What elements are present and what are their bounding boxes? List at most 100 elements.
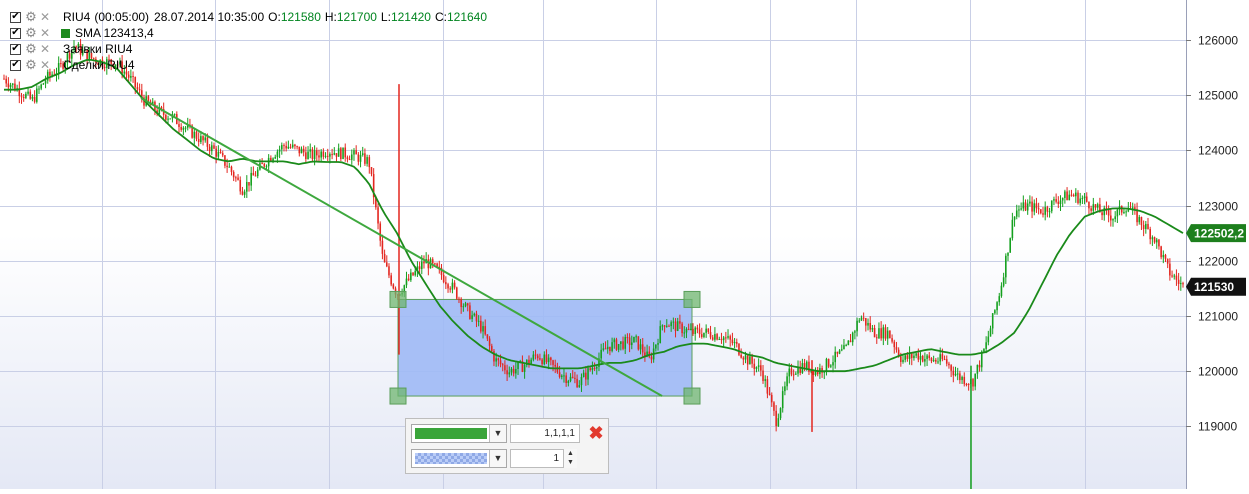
- candle-body: [1029, 201, 1031, 204]
- candle-body: [193, 131, 196, 138]
- candle-body: [442, 274, 445, 283]
- candle-body: [917, 353, 920, 360]
- candle-body: [744, 355, 747, 360]
- candle-body: [1180, 283, 1182, 285]
- gear-icon[interactable]: ⚙: [25, 57, 37, 73]
- candle-body: [735, 342, 738, 344]
- fill-pattern-dropdown[interactable]: ▼: [411, 449, 507, 468]
- candle-body: [600, 349, 602, 359]
- candle-body: [722, 337, 725, 341]
- candle-body: [1042, 213, 1044, 215]
- candle-body: [889, 330, 891, 339]
- gear-icon[interactable]: ⚙: [25, 41, 37, 57]
- candle-body: [379, 223, 382, 241]
- candle-body: [221, 153, 224, 156]
- visibility-checkbox[interactable]: ✔: [10, 27, 21, 39]
- legend-sma-label: SMA 123413,4: [75, 26, 154, 40]
- line-color-dropdown[interactable]: ▼: [411, 424, 507, 443]
- candle-body: [337, 148, 340, 157]
- visibility-checkbox[interactable]: ✔: [10, 43, 21, 55]
- candle-body: [515, 368, 517, 374]
- candle-body: [324, 155, 327, 157]
- candle-body: [729, 336, 732, 340]
- candle-body: [235, 177, 237, 179]
- box-resize-handle: [389, 387, 407, 405]
- candle-body: [700, 334, 703, 338]
- gear-icon[interactable]: ⚙: [25, 25, 37, 41]
- spinner-arrows-icon[interactable]: ▲ ▼: [563, 449, 577, 468]
- close-icon[interactable]: ✕: [39, 10, 51, 24]
- candle-body: [1059, 200, 1062, 205]
- candle-body: [38, 88, 40, 90]
- candle-body: [1009, 238, 1011, 253]
- candle-body: [434, 263, 436, 265]
- candle-body: [775, 410, 777, 427]
- candle-body: [932, 359, 935, 362]
- candle-body: [740, 354, 742, 358]
- candle-body: [320, 151, 322, 158]
- candle-body: [856, 320, 858, 332]
- candle-body: [385, 262, 388, 267]
- candle-body: [499, 360, 502, 365]
- candle-body: [1007, 252, 1009, 256]
- candle-body: [742, 357, 745, 360]
- visibility-checkbox[interactable]: ✔: [10, 11, 21, 23]
- opacity-field[interactable]: 1: [510, 449, 564, 468]
- candle-body: [908, 353, 911, 359]
- line-width-field[interactable]: 1,1,1,1: [510, 424, 580, 443]
- candle-body: [1162, 254, 1165, 258]
- close-icon[interactable]: ✕: [39, 58, 51, 72]
- candle-body: [1103, 207, 1106, 216]
- candle-body: [709, 331, 712, 338]
- candle-body: [1155, 239, 1158, 243]
- candle-body: [805, 361, 808, 369]
- candle-body: [169, 118, 172, 120]
- candle-body: [668, 325, 670, 327]
- candle-body: [1035, 203, 1038, 209]
- price-chart[interactable]: 126000 125000 124000 123000 122000 121000 1200…: [0, 0, 1249, 489]
- chevron-down-icon[interactable]: ▼: [489, 450, 506, 467]
- close-icon[interactable]: ✕: [39, 42, 51, 56]
- legend-row-trades: ✔ ⚙ ✕ Сделки RIU4: [10, 57, 487, 73]
- legend-trades-label: Сделки RIU4: [63, 58, 135, 72]
- candle-body: [753, 363, 756, 369]
- candle-body: [46, 71, 49, 81]
- plot-background: [0, 0, 1186, 489]
- chart-area[interactable]: 126000 125000 124000 123000 122000 121000 1200…: [0, 0, 1249, 489]
- candle-body: [550, 357, 552, 361]
- candle-body: [1134, 207, 1136, 210]
- visibility-checkbox[interactable]: ✔: [10, 59, 21, 71]
- gear-icon[interactable]: ⚙: [25, 9, 37, 25]
- candle-body: [211, 145, 213, 152]
- candle-body: [637, 336, 640, 350]
- candle-body: [738, 343, 740, 355]
- candle-body: [346, 157, 349, 160]
- candle-body: [620, 341, 622, 345]
- legend-symbol: RIU4: [63, 10, 91, 24]
- candle-body: [475, 313, 478, 322]
- candle-body: [208, 146, 211, 152]
- candle-body: [22, 97, 25, 99]
- candle-body: [963, 376, 966, 385]
- candle-body: [974, 373, 976, 387]
- candle-body: [1088, 201, 1090, 209]
- candle-body: [410, 272, 412, 281]
- close-icon[interactable]: ✕: [39, 26, 51, 40]
- candle-body: [1077, 192, 1079, 204]
- candle-body: [167, 118, 169, 120]
- candle-body: [200, 136, 202, 143]
- candle-body: [1033, 203, 1036, 212]
- candle-body: [447, 284, 449, 289]
- chevron-down-icon[interactable]: ▼: [489, 425, 506, 442]
- candle-body: [576, 378, 578, 388]
- candle-body: [830, 365, 832, 367]
- candle-body: [254, 175, 257, 177]
- candle-body: [628, 337, 631, 346]
- candle-body: [477, 320, 480, 322]
- candle-body: [534, 354, 537, 356]
- candle-body: [574, 377, 576, 379]
- candle-body: [1083, 196, 1086, 199]
- close-icon[interactable]: ✖: [587, 424, 605, 442]
- candle-body: [1013, 216, 1016, 220]
- candle-body: [895, 347, 898, 350]
